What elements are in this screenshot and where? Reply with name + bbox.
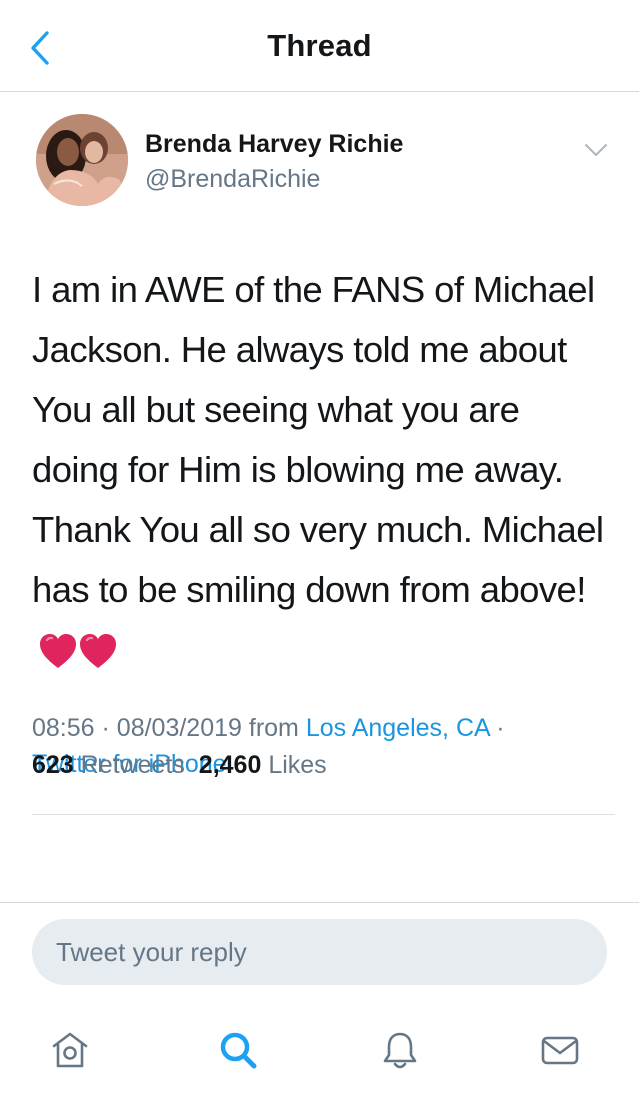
retweet-count: 623	[32, 751, 74, 779]
tab-notifications[interactable]	[370, 1015, 430, 1085]
location-link[interactable]: Los Angeles, CA	[306, 714, 489, 742]
tweet-menu-button[interactable]	[580, 136, 612, 164]
home-icon	[52, 1032, 88, 1068]
avatar[interactable]	[36, 114, 128, 206]
from-label: from	[248, 714, 299, 742]
meta-separator: ·	[101, 714, 110, 742]
divider	[32, 814, 615, 815]
tab-search[interactable]	[208, 1015, 268, 1085]
divider	[0, 902, 639, 903]
chevron-down-icon	[585, 144, 607, 156]
heart-icon	[40, 634, 76, 668]
tweet-date: 08/03/2019	[116, 714, 242, 742]
like-label: Likes	[268, 751, 327, 779]
like-count: 2,460	[198, 751, 262, 779]
tweet-text-body: I am in AWE of the FANS of Michael Jacks…	[32, 269, 604, 610]
tab-messages[interactable]	[530, 1015, 590, 1085]
tweet-text: I am in AWE of the FANS of Michael Jacks…	[32, 260, 612, 688]
search-icon	[220, 1032, 257, 1069]
reply-input[interactable]: Tweet your reply	[32, 919, 607, 985]
author-name[interactable]: Brenda Harvey Richie	[145, 130, 403, 159]
tweet-time: 08:56	[32, 714, 95, 742]
retweets-stat[interactable]: 623 Retweets	[32, 751, 185, 779]
meta-separator: ·	[496, 714, 505, 742]
reply-placeholder: Tweet your reply	[56, 936, 247, 967]
tweet-stats: 623 Retweets 2,460 Likes	[32, 751, 327, 780]
envelope-icon	[541, 1036, 579, 1065]
heart-icon	[80, 634, 116, 668]
heart-emoji-group	[38, 628, 118, 688]
bell-icon	[383, 1032, 417, 1069]
tab-home[interactable]	[40, 1015, 100, 1085]
page-title: Thread	[267, 28, 372, 63]
author-handle[interactable]: @BrendaRichie	[145, 165, 320, 194]
likes-stat[interactable]: 2,460 Likes	[199, 751, 327, 779]
nav-bar: Thread	[0, 0, 639, 92]
tab-bar	[0, 1015, 639, 1085]
retweet-label: Retweets	[80, 751, 185, 779]
